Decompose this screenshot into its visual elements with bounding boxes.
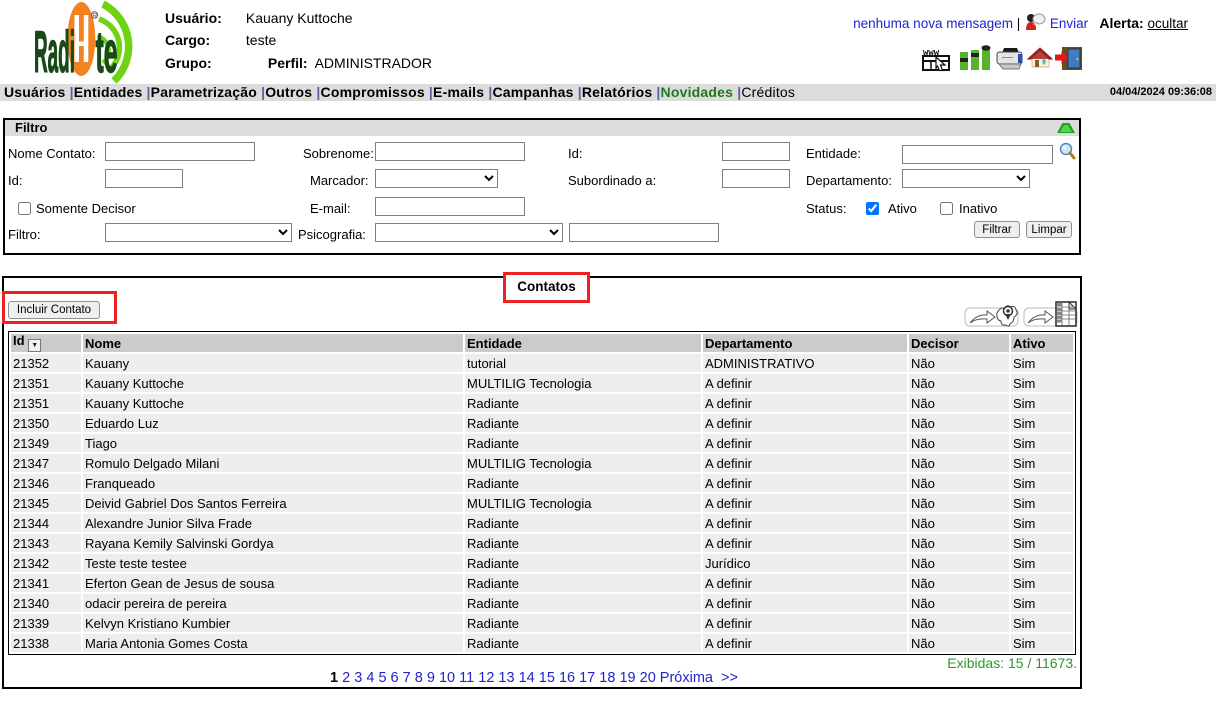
svg-text:Radi: Radi bbox=[34, 20, 75, 85]
svg-text:R: R bbox=[92, 13, 97, 20]
svg-text:te: te bbox=[96, 20, 118, 85]
